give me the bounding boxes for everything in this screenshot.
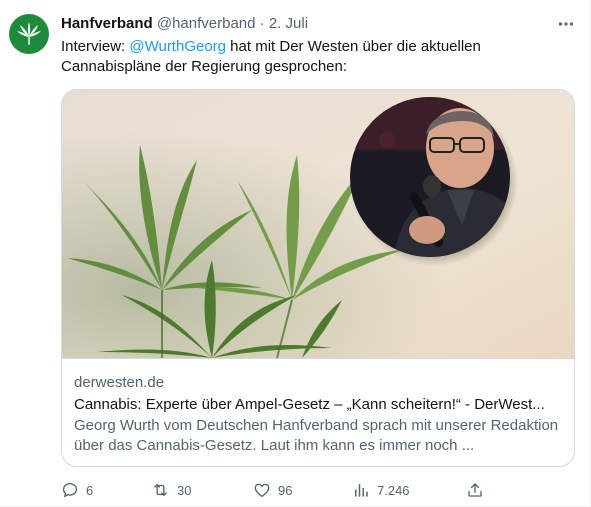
card-description: Georg Wurth vom Deutschen Hanfverband sp… [74, 417, 559, 454]
reply-button[interactable]: 6 [61, 479, 93, 501]
tweet-text: Interview: @WurthGeorg hat mit Der Weste… [61, 37, 571, 77]
author-name[interactable]: Hanfverband [61, 15, 153, 32]
avatar[interactable] [9, 14, 49, 54]
retweet-button[interactable]: 30 [151, 479, 191, 501]
views-button[interactable]: 7.246 [352, 479, 410, 501]
card-domain: derwesten.de [74, 374, 165, 391]
share-button[interactable] [466, 479, 484, 501]
tweet-header: Hanfverband @hanfverband · 2. Juli [61, 14, 308, 34]
tweet[interactable]: Hanfverband @hanfverband · 2. Juli Inter… [0, 0, 591, 507]
mention-link[interactable]: @WurthGeorg [129, 38, 226, 55]
tweet-date[interactable]: 2. Juli [269, 15, 308, 32]
cannabis-leaf-icon [17, 22, 41, 45]
header-separator: · [259, 15, 265, 32]
card-title: Cannabis: Experte über Ampel-Gesetz – „K… [74, 396, 545, 413]
more-options-button[interactable] [554, 12, 578, 36]
tweet-actions: 6 30 96 7.246 [61, 479, 491, 503]
reply-icon [62, 482, 78, 498]
link-card[interactable]: derwesten.de Cannabis: Experte über Ampe… [61, 89, 575, 467]
like-count: 96 [278, 482, 293, 498]
reply-count: 6 [86, 482, 94, 498]
retweet-icon [154, 484, 167, 496]
author-handle[interactable]: @hanfverband [157, 15, 256, 32]
retweet-count: 30 [177, 482, 192, 498]
tweet-text-before: Interview: [61, 38, 130, 55]
views-icon [355, 484, 368, 497]
more-icon [558, 22, 574, 26]
card-image[interactable] [62, 90, 574, 358]
views-count: 7.246 [377, 482, 410, 498]
like-icon [254, 483, 270, 498]
share-icon [468, 483, 482, 497]
card-body[interactable]: derwesten.de Cannabis: Experte über Ampe… [62, 358, 574, 466]
like-button[interactable]: 96 [253, 479, 292, 501]
